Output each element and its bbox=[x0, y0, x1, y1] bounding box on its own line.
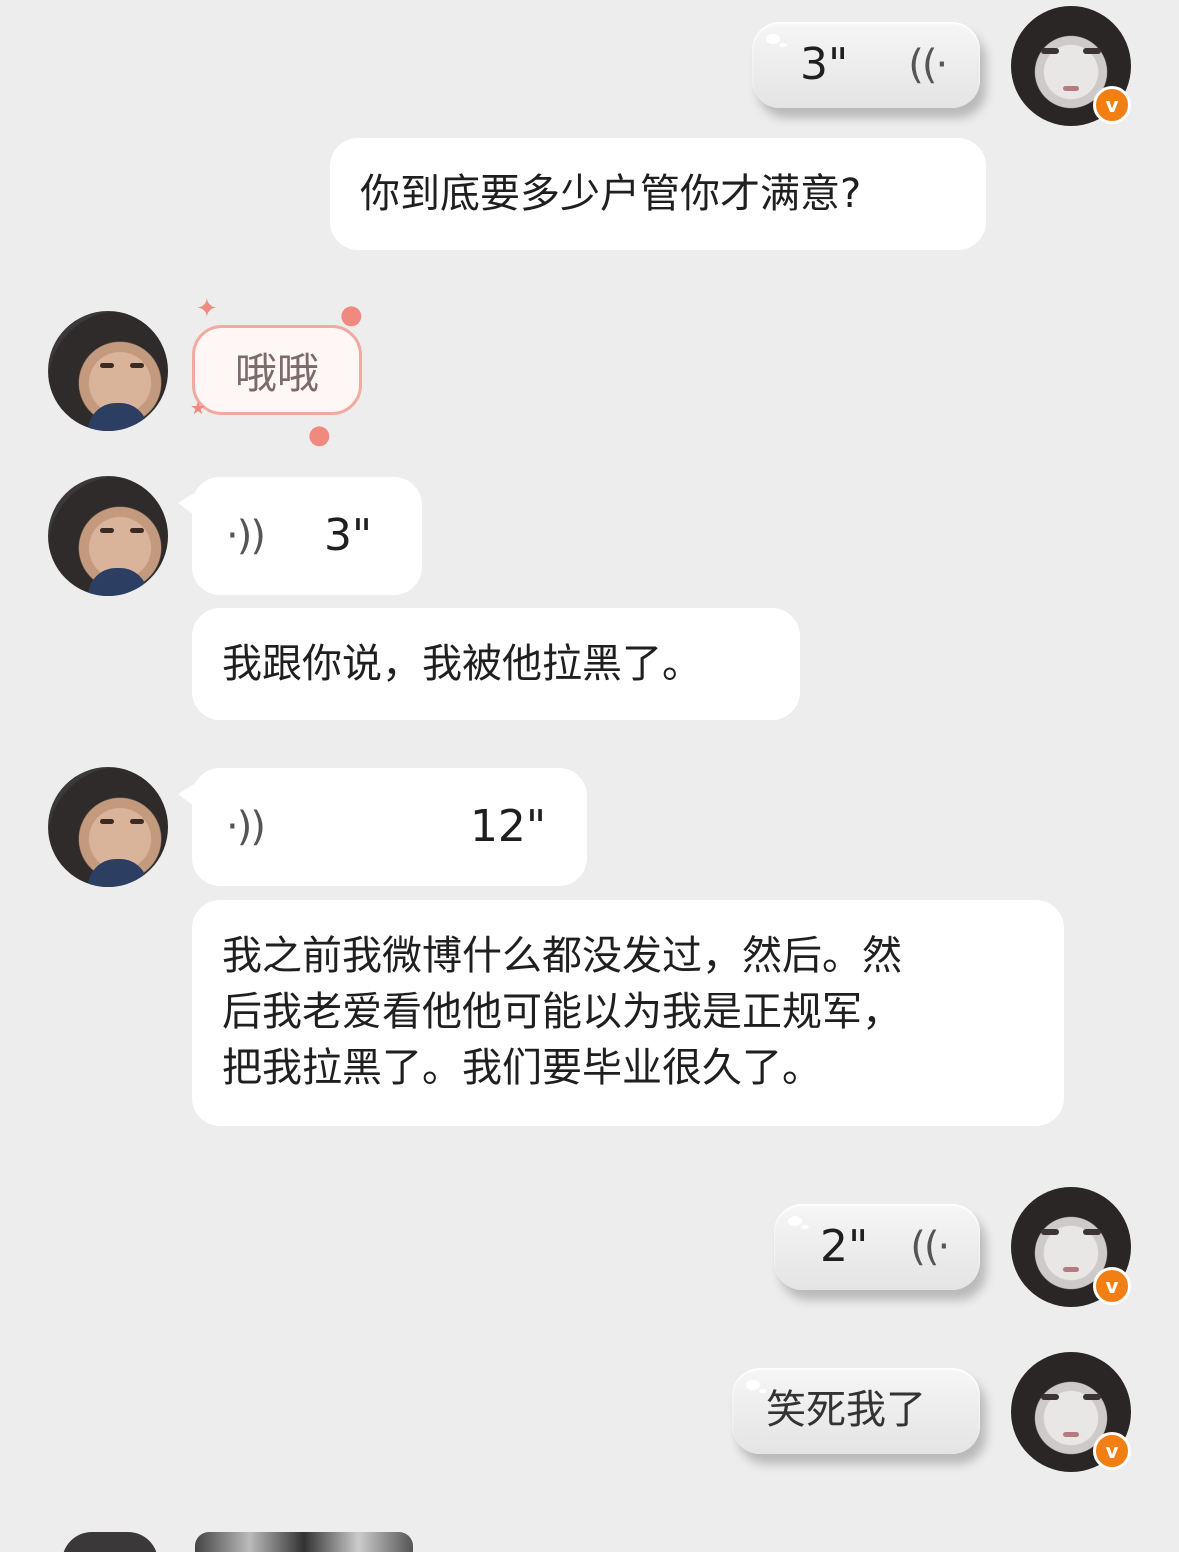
message-text-line: 我之前我微博什么都没发过，然后。然 bbox=[222, 933, 902, 979]
voice-duration: 3" bbox=[323, 510, 373, 561]
voice-wave-icon: ·)) bbox=[226, 804, 266, 850]
text-message-bubble[interactable]: 笑死我了 bbox=[732, 1368, 980, 1454]
voice-duration: 3" bbox=[800, 39, 849, 90]
contact-avatar-self[interactable]: v bbox=[1011, 1187, 1131, 1307]
voice-duration: 2" bbox=[820, 1221, 869, 1272]
sticker-text: 哦哦 bbox=[234, 348, 319, 398]
voice-wave-icon: ((· bbox=[908, 42, 948, 88]
contact-avatar-self[interactable]: v bbox=[1011, 1352, 1131, 1472]
contact-avatar-friend[interactable] bbox=[48, 767, 168, 887]
tomato-icon: ● bbox=[340, 300, 363, 330]
text-message-bubble[interactable]: 我跟你说，我被他拉黑了。 bbox=[192, 608, 800, 720]
message-text: 我跟你说，我被他拉黑了。 bbox=[222, 641, 702, 687]
verified-badge-icon: v bbox=[1093, 86, 1131, 124]
voice-duration: 12" bbox=[469, 801, 547, 852]
voice-message-bubble[interactable]: 3" ((· bbox=[752, 22, 980, 108]
chat-window: v 3" ((· 你到底要多少户管你才满意? ✦ ● 哦哦 ● ★ ·)) 3"… bbox=[0, 0, 1179, 1552]
voice-wave-icon: ·)) bbox=[226, 513, 266, 559]
voice-message-bubble[interactable]: 2" ((· bbox=[774, 1204, 980, 1290]
star-icon: ★ bbox=[190, 398, 207, 419]
sparkle-icon: ✦ bbox=[196, 294, 218, 324]
message-text-line: 把我拉黑了。我们要毕业很久了。 bbox=[222, 1045, 822, 1091]
contact-avatar-friend[interactable] bbox=[62, 1532, 158, 1552]
sticker-message[interactable]: 哦哦 bbox=[192, 325, 362, 415]
image-message-thumbnail[interactable] bbox=[195, 1532, 413, 1552]
text-message-bubble[interactable]: 我之前我微博什么都没发过，然后。然 后我老爱看他他可能以为我是正规军， 把我拉黑… bbox=[192, 900, 1064, 1126]
voice-message-bubble[interactable]: ·)) 12" bbox=[178, 768, 587, 886]
voice-wave-icon: ((· bbox=[910, 1224, 950, 1270]
message-text-line: 后我老爱看他他可能以为我是正规军， bbox=[222, 989, 902, 1035]
message-text: 你到底要多少户管你才满意? bbox=[360, 171, 862, 217]
verified-badge-icon: v bbox=[1093, 1267, 1131, 1305]
message-text: 笑死我了 bbox=[766, 1387, 926, 1433]
contact-avatar-self[interactable]: v bbox=[1011, 6, 1131, 126]
text-message-bubble[interactable]: 你到底要多少户管你才满意? bbox=[330, 138, 986, 250]
contact-avatar-friend[interactable] bbox=[48, 311, 168, 431]
verified-badge-icon: v bbox=[1093, 1432, 1131, 1470]
voice-message-bubble[interactable]: ·)) 3" bbox=[178, 477, 422, 595]
tomato-icon: ● bbox=[308, 420, 331, 450]
contact-avatar-friend[interactable] bbox=[48, 476, 168, 596]
